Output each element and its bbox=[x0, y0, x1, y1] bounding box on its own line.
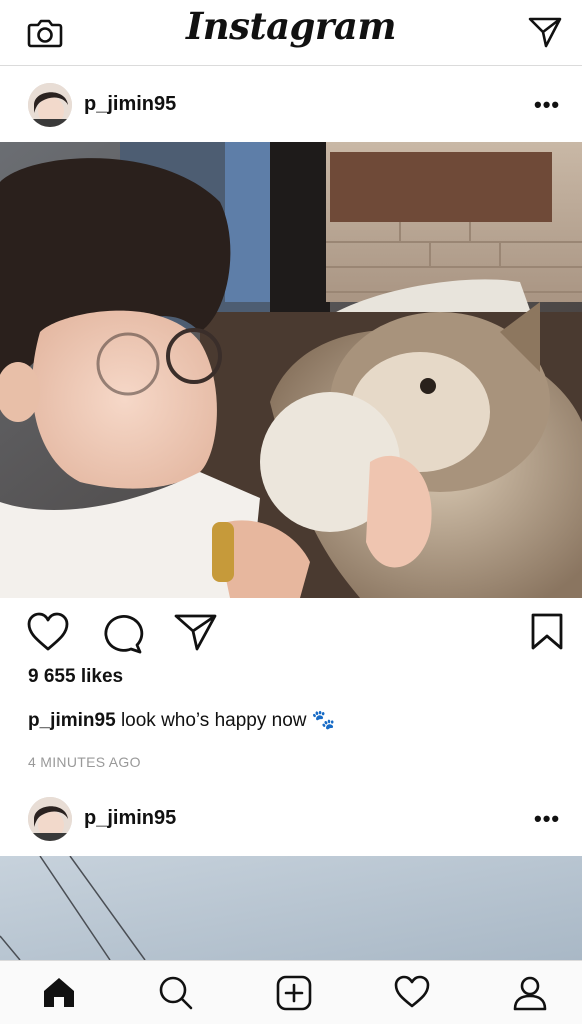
post-photo[interactable] bbox=[0, 142, 582, 598]
post-header: p_jimin95 ••• bbox=[0, 780, 582, 856]
direct-message-icon[interactable] bbox=[528, 16, 562, 53]
home-icon[interactable] bbox=[42, 975, 76, 1014]
more-options-icon[interactable]: ••• bbox=[534, 808, 560, 830]
post-username[interactable]: p_jimin95 bbox=[84, 807, 176, 830]
avatar[interactable] bbox=[28, 797, 72, 841]
new-post-icon[interactable] bbox=[276, 975, 312, 1016]
post-timestamp: 4 MINUTES AGO bbox=[28, 754, 141, 770]
top-bar: Instagram bbox=[0, 0, 582, 66]
search-icon[interactable] bbox=[158, 975, 194, 1016]
caption-username[interactable]: p_jimin95 bbox=[28, 710, 116, 731]
activity-heart-icon[interactable] bbox=[394, 975, 430, 1014]
app-logo: Instagram bbox=[185, 4, 397, 48]
avatar[interactable] bbox=[28, 83, 72, 127]
share-icon[interactable] bbox=[174, 612, 218, 657]
post-username[interactable]: p_jimin95 bbox=[84, 93, 176, 116]
more-options-icon[interactable]: ••• bbox=[534, 94, 560, 116]
post-header: p_jimin95 ••• bbox=[0, 66, 582, 142]
post-photo[interactable] bbox=[0, 856, 582, 960]
bookmark-icon[interactable] bbox=[530, 612, 564, 657]
post-actions bbox=[0, 598, 582, 664]
comment-icon[interactable] bbox=[101, 612, 145, 659]
bottom-tab-bar bbox=[0, 960, 582, 1024]
caption-text: look who’s happy now 🐾 bbox=[120, 710, 336, 731]
likes-count[interactable]: 9 655 likes bbox=[28, 666, 123, 688]
profile-icon[interactable] bbox=[512, 975, 548, 1016]
post-caption: p_jimin95 look who’s happy now 🐾 bbox=[28, 708, 335, 732]
heart-icon[interactable] bbox=[26, 612, 70, 657]
